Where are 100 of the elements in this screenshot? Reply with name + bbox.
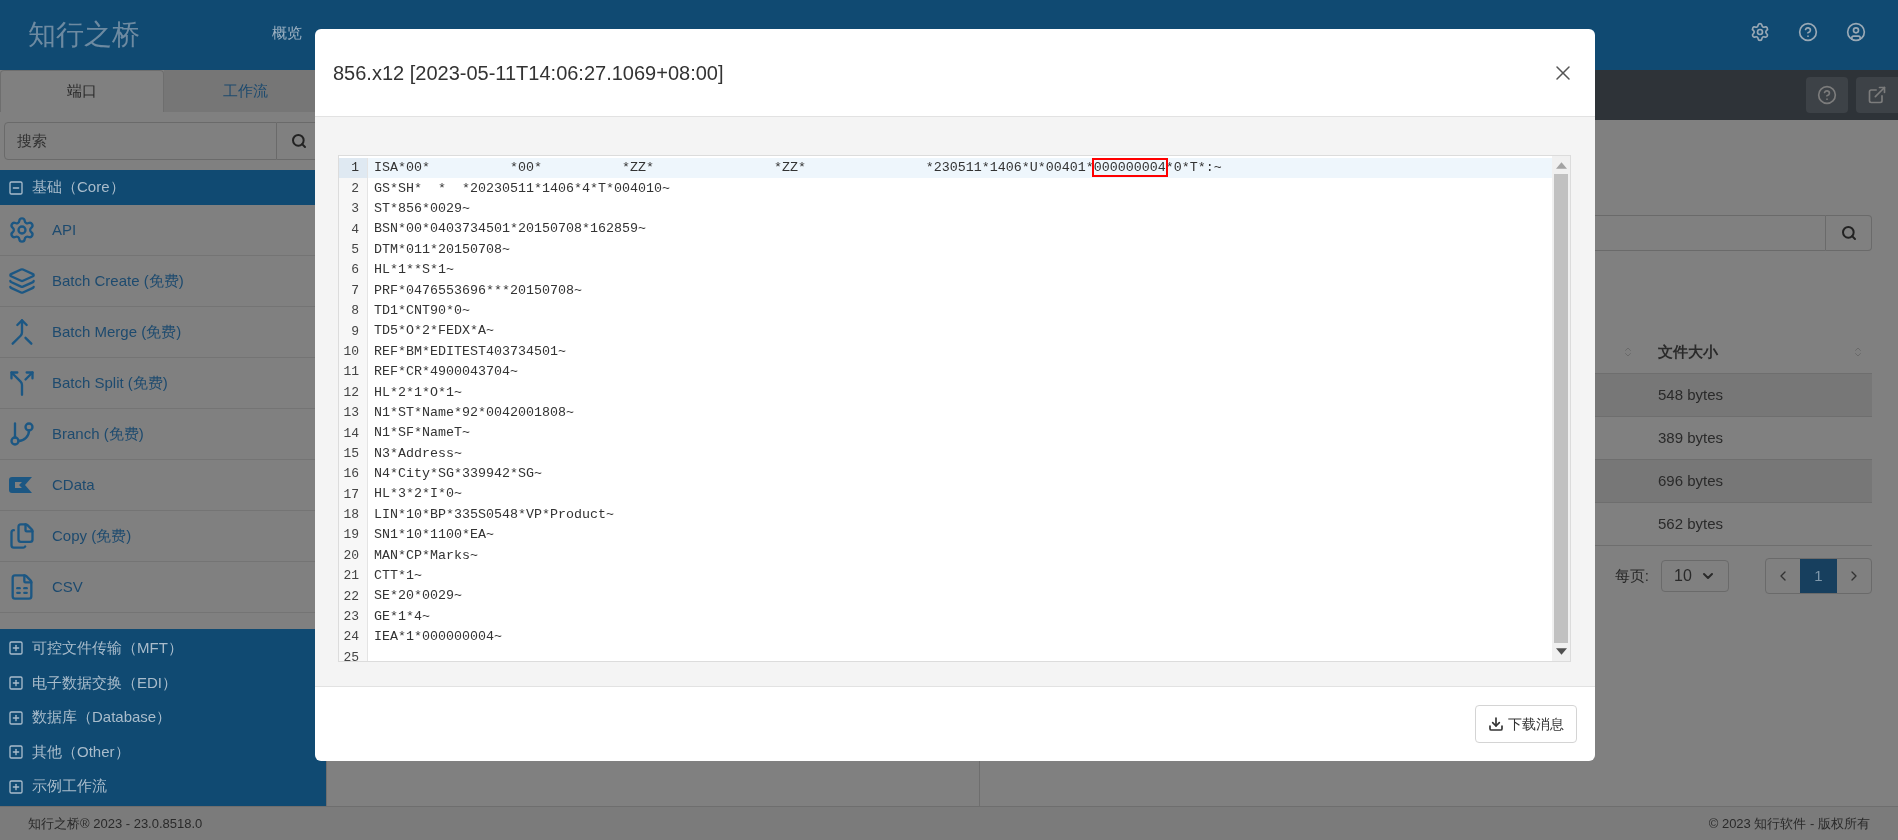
sidebar-tab[interactable]: 端口 (0, 70, 164, 112)
code-line: BSN*00*0403734501*20150708*162859~ (373, 220, 646, 239)
line-number: 25 (339, 647, 368, 661)
category-header[interactable]: 数据库（Database） (0, 700, 326, 735)
line-number: 12 (339, 382, 368, 403)
code-line: CTT*1~ (373, 567, 422, 585)
branch-icon (8, 420, 36, 448)
line-number: 23 (339, 606, 368, 627)
line-number: 4 (339, 219, 368, 240)
code-line: LIN*10*BP*335S0548*VP*Product~ (373, 505, 614, 524)
external-link-icon (1867, 85, 1887, 105)
code-line: HL*2*1*O*1~ (373, 383, 462, 402)
line-number: 17 (339, 484, 368, 505)
code-line: GE*1*4~ (373, 607, 430, 626)
column-title: 文件大小 (1658, 341, 1718, 362)
logo: 知行之桥 (28, 18, 141, 52)
code-line: N3*Address~ (373, 444, 462, 463)
line-number: 15 (339, 443, 368, 464)
code-editor[interactable] (338, 155, 1571, 662)
scrollbar[interactable] (1552, 156, 1570, 661)
connector-label: Batch Create (免费) (52, 270, 184, 291)
code-line: REF*BM*EDITEST403734501~ (373, 342, 566, 361)
page-button[interactable]: 1 (1800, 559, 1837, 593)
connector-label: API (52, 219, 77, 240)
code-line: REF*CR*4900043704~ (373, 363, 518, 382)
settings-icon[interactable] (1750, 22, 1770, 42)
expand-icon (8, 744, 24, 761)
line-number: 3 (339, 198, 368, 220)
code-line: DTM*011*20150708~ (373, 240, 510, 259)
category-header[interactable]: 电子数据交换（EDI） (0, 665, 326, 701)
code-line: N1*SF*NameT~ (373, 424, 470, 443)
connector-label: CData (52, 474, 95, 495)
split-icon (8, 369, 36, 397)
table-cell: 548 bytes (1646, 374, 1872, 417)
line-number: 8 (339, 300, 368, 322)
code-line: MAN*CP*Marks~ (373, 546, 478, 565)
help-button[interactable] (1806, 77, 1848, 113)
code-line: N4*City*SG*339942*SG~ (373, 465, 542, 484)
copyright-text: © 2023 知行软件 - 版权所有 (1708, 814, 1870, 833)
code-line: PRF*0476553696***20150708~ (373, 281, 582, 300)
line-number: 24 (339, 627, 368, 648)
code-line: HL*3*2*I*0~ (373, 485, 462, 504)
category-header[interactable]: 其他（Other） (0, 734, 326, 770)
gear-icon (8, 216, 36, 244)
line-number: 10 (339, 341, 368, 362)
collapse-icon (8, 179, 24, 196)
category-header[interactable]: 示例工作流 (0, 769, 326, 804)
line-number: 14 (339, 423, 368, 444)
search-icon (291, 133, 307, 149)
code-line: HL*1**S*1~ (373, 261, 454, 280)
code-line: N1*ST*Name*92*0042001808~ (373, 403, 574, 422)
code-line: IEA*1*000000004~ (373, 628, 502, 647)
table-cell: 562 bytes (1646, 503, 1872, 546)
line-number: 6 (339, 259, 368, 281)
line-number: 7 (339, 280, 368, 301)
expand-icon (8, 778, 24, 795)
connector-label: Batch Split (免费) (52, 372, 168, 393)
category-header[interactable]: 可控文件传输（MFT） (0, 631, 326, 666)
code-line: SN1*10*1100*EA~ (373, 526, 494, 545)
table-cell: 696 bytes (1646, 460, 1872, 503)
line-number: 13 (339, 402, 368, 424)
help-icon (1817, 85, 1837, 105)
download-button[interactable]: 下载消息 (1475, 705, 1577, 743)
line-number: 5 (339, 239, 368, 260)
expand-icon (8, 674, 24, 691)
dialog-title: 856.x12 [2023-05-11T14:06:27.1069+08:00] (333, 60, 724, 86)
per-page-select[interactable]: 10 (1661, 560, 1729, 592)
scroll-up-icon (1555, 162, 1567, 169)
expand-icon (8, 640, 24, 657)
connector-label: Branch (免费) (52, 423, 144, 444)
code-line: GS*SH* * *20230511*1406*4*T*004010~ (373, 179, 670, 198)
line-number: 16 (339, 463, 368, 485)
line-number: 21 (339, 565, 368, 587)
line-number: 18 (339, 504, 368, 526)
search-field[interactable]: 搜索 (4, 122, 277, 160)
line-number: 19 (339, 525, 368, 546)
nav-link[interactable]: 概览 (260, 22, 314, 45)
line-number: 1 (339, 158, 368, 179)
line-number: 22 (339, 586, 368, 607)
user-icon[interactable] (1846, 22, 1866, 42)
connector-label: Batch Merge (免费) (52, 321, 182, 342)
code-line: ST*856*0029~ (373, 200, 470, 218)
connector-label: CSV (52, 576, 83, 597)
download-icon (1488, 716, 1504, 732)
scroll-down-icon (1555, 648, 1567, 655)
expand-icon (8, 709, 24, 726)
scrollbar-thumb[interactable] (1554, 174, 1568, 643)
code-line: TD1*CNT90*0~ (373, 301, 470, 320)
line-number: 11 (339, 361, 368, 383)
search-icon (1840, 225, 1857, 241)
help-icon[interactable] (1798, 22, 1818, 42)
files-icon (8, 522, 36, 550)
connector-label: Copy (免费) (52, 525, 132, 546)
line-number: 2 (339, 178, 368, 199)
external-link-button[interactable] (1856, 77, 1898, 113)
layers-icon (8, 267, 36, 295)
per-page-label: 每页: (1614, 565, 1649, 586)
code-line: TD5*O*2*FEDX*A~ (373, 322, 494, 341)
version-text: 知行之桥® 2023 - 23.0.8518.0 (28, 814, 203, 833)
code-line: SE*20*0029~ (373, 587, 462, 606)
